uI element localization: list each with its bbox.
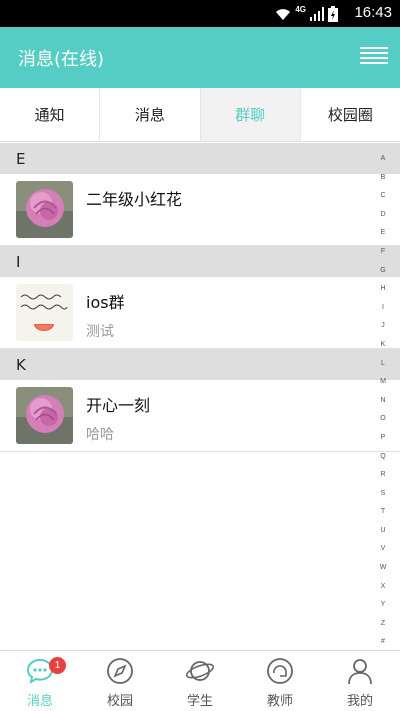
avatar — [16, 181, 73, 238]
compass-icon — [107, 658, 133, 684]
group-last-message: 哈哈 — [86, 427, 114, 443]
index-letter[interactable]: U — [376, 522, 390, 541]
status-bar: 4G 16:43 — [0, 0, 400, 27]
status-icons: 4G — [275, 5, 338, 22]
unread-badge: 1 — [49, 657, 66, 674]
index-letter[interactable]: I — [376, 299, 390, 318]
network-type: 4G — [295, 5, 306, 14]
index-letter[interactable]: A — [376, 150, 390, 169]
section-header: E — [0, 143, 400, 174]
tab-messages[interactable]: 消息 — [100, 88, 201, 141]
bottom-nav: 1 消息 校园 学生 教师 我的 — [0, 650, 400, 711]
group-name: 开心一刻 — [86, 396, 151, 415]
index-letter[interactable]: S — [376, 485, 390, 504]
index-letter[interactable]: M — [376, 373, 390, 392]
status-time: 16:43 — [354, 4, 392, 21]
battery-icon — [328, 5, 338, 22]
index-letter[interactable]: Q — [376, 448, 390, 467]
list-item[interactable]: 二年级小红花 — [0, 174, 400, 246]
index-letter[interactable]: E — [376, 224, 390, 243]
page-title: 消息(在线) — [18, 49, 105, 70]
index-letter[interactable]: C — [376, 187, 390, 206]
nav-label: 教师 — [266, 694, 293, 709]
index-letter[interactable]: F — [376, 243, 390, 262]
nav-label: 校园 — [106, 694, 133, 709]
index-letter[interactable]: J — [376, 317, 390, 336]
tab-bar: 通知 消息 群聊 校园圈 — [0, 88, 400, 142]
group-list: E 二年级小红花 I ios群 测试 K 开心一刻 哈哈 — [0, 143, 400, 452]
index-letter[interactable]: L — [376, 355, 390, 374]
index-letter[interactable]: V — [376, 540, 390, 559]
group-name: 二年级小红花 — [86, 190, 183, 209]
tab-notice[interactable]: 通知 — [0, 88, 101, 141]
nav-students[interactable]: 学生 — [160, 651, 240, 711]
tab-group-chat[interactable]: 群聊 — [200, 88, 301, 141]
index-letter[interactable]: D — [376, 206, 390, 225]
tab-campus-circle[interactable]: 校园圈 — [301, 88, 400, 141]
index-letter[interactable]: R — [376, 466, 390, 485]
user-icon — [348, 659, 372, 685]
avatar — [16, 387, 73, 444]
index-letter[interactable]: Y — [376, 596, 390, 615]
index-letter[interactable]: B — [376, 169, 390, 188]
menu-icon[interactable] — [360, 47, 388, 69]
index-letter[interactable]: P — [376, 429, 390, 448]
signal-icon — [310, 6, 324, 21]
screen: 4G 16:43 消息(在线) 通知 消息 群聊 校园圈 E 二年级小红花 I … — [0, 0, 400, 711]
nav-profile[interactable]: 我的 — [320, 651, 400, 711]
index-letter[interactable]: W — [376, 559, 390, 578]
app-header: 消息(在线) — [0, 27, 400, 88]
section-header: K — [0, 349, 400, 380]
index-letter[interactable]: X — [376, 578, 390, 597]
index-letter[interactable]: N — [376, 392, 390, 411]
nav-messages[interactable]: 1 消息 — [0, 651, 80, 711]
group-last-message: 测试 — [86, 324, 114, 340]
nav-label: 学生 — [186, 694, 213, 709]
index-letter[interactable]: H — [376, 280, 390, 299]
list-item[interactable]: 开心一刻 哈哈 — [0, 380, 400, 452]
alphabet-index-bar[interactable]: A B C D E F G H I J K L M N O P Q R S T U V W X Y Z # — [376, 150, 390, 652]
group-name: ios群 — [86, 293, 125, 312]
avatar — [16, 284, 73, 341]
index-letter[interactable]: T — [376, 503, 390, 522]
section-header: I — [0, 246, 400, 277]
index-letter[interactable]: K — [376, 336, 390, 355]
wifi-icon — [276, 8, 291, 20]
index-letter[interactable]: Z — [376, 615, 390, 634]
nav-label: 消息 — [26, 694, 53, 709]
nav-teachers[interactable]: 教师 — [240, 651, 320, 711]
list-item[interactable]: ios群 测试 — [0, 277, 400, 349]
chat-circle-icon — [267, 658, 293, 684]
nav-label: 我的 — [346, 694, 373, 709]
index-letter[interactable]: O — [376, 410, 390, 429]
nav-campus[interactable]: 校园 — [80, 651, 160, 711]
planet-icon — [185, 661, 215, 681]
index-letter[interactable]: G — [376, 262, 390, 281]
